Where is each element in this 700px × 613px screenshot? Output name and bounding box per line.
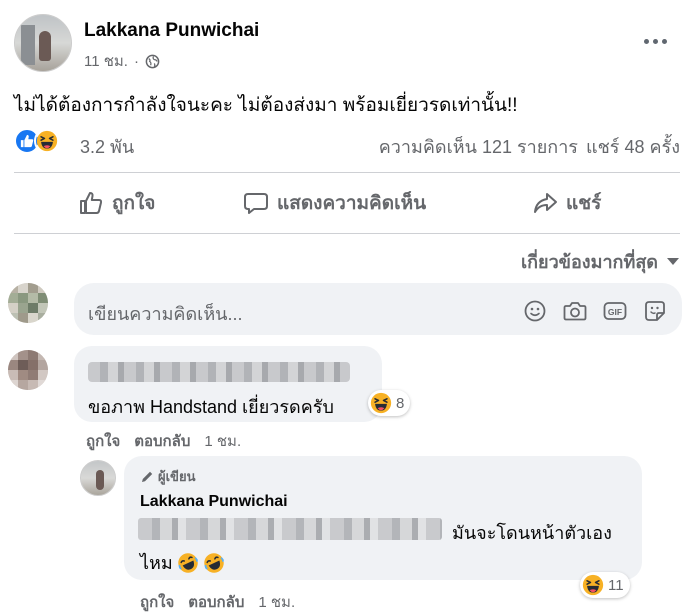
svg-text:GIF: GIF: [608, 307, 622, 317]
haha-reaction-icon: [370, 392, 392, 414]
post-time[interactable]: 11 ชม.: [84, 49, 128, 73]
reply-time[interactable]: 1 ชม.: [258, 590, 295, 613]
commenter-name-redacted[interactable]: [88, 362, 350, 382]
camera-icon[interactable]: [562, 298, 588, 324]
comments-count[interactable]: ความคิดเห็น 121 รายการ: [379, 132, 578, 161]
more-icon: [643, 38, 649, 44]
comment-reaction-summary[interactable]: 8: [368, 390, 411, 416]
author-name[interactable]: Lakkana Punwichai: [84, 20, 259, 42]
share-arrow-icon: [534, 193, 557, 213]
comment-reaction-count: 8: [396, 394, 405, 412]
reply-text-redacted: [138, 518, 442, 540]
reply-author-name[interactable]: Lakkana Punwichai: [140, 493, 288, 511]
reply-reply-button[interactable]: ตอบกลับ: [188, 590, 244, 613]
reply-actions: ถูกใจ ตอบกลับ 1 ชม.: [140, 590, 295, 613]
comment-actions: ถูกใจ ตอบกลับ 1 ชม.: [86, 429, 241, 453]
divider: [14, 233, 680, 234]
reaction-count[interactable]: 3.2 พัน: [80, 132, 134, 161]
comment-label: แสดงความคิดเห็น: [277, 193, 427, 214]
comment-input-placeholder[interactable]: เขียนความคิดเห็น...: [88, 299, 243, 328]
comment-button[interactable]: แสดงความคิดเห็น: [243, 185, 426, 221]
like-label: ถูกใจ: [112, 193, 156, 214]
comment-reply-button[interactable]: ตอบกลับ: [134, 429, 190, 453]
thumbs-up-icon: [80, 192, 103, 214]
share-label: แชร์: [566, 193, 602, 214]
reply-like-button[interactable]: ถูกใจ: [140, 590, 174, 613]
current-user-avatar[interactable]: [8, 283, 48, 323]
rofl-emoji-icon: [204, 552, 224, 573]
reply-text-line1: มันจะโดนหน้าตัวเอง: [452, 523, 612, 543]
pencil-icon: [142, 471, 153, 482]
reaction-icons[interactable]: [14, 128, 60, 156]
speech-bubble-icon: [244, 193, 268, 214]
rofl-emoji-icon: [178, 552, 198, 573]
reply-text-line2-wrap: ไหม: [140, 548, 225, 577]
author-avatar[interactable]: [14, 14, 72, 72]
haha-reaction-icon: [34, 128, 60, 154]
share-button[interactable]: แชร์: [532, 185, 601, 221]
meta-separator: ·: [133, 52, 139, 70]
post-text: ไม่ได้ต้องการกำลังใจนะคะ ไม่ต้องส่งมา พร…: [14, 95, 518, 116]
author-badge-label: ผู้เขียน: [158, 469, 196, 484]
reply-reaction-summary[interactable]: 11: [580, 572, 630, 598]
globe-icon: [145, 54, 160, 68]
post-stats: ความคิดเห็น 121 รายการ แชร์ 48 ครั้ง: [379, 132, 680, 161]
comment-time[interactable]: 1 ชม.: [204, 429, 241, 453]
reply-reaction-count: 11: [608, 576, 624, 594]
commenter-avatar[interactable]: [8, 350, 48, 390]
more-options-button[interactable]: [640, 26, 670, 56]
comment-sort-selector[interactable]: เกี่ยวข้องมากที่สุด: [521, 247, 680, 276]
reply-author-avatar[interactable]: [80, 460, 116, 496]
author-badge: ผู้เขียน: [140, 466, 195, 487]
composer-tools: GIF: [522, 298, 668, 324]
like-button[interactable]: ถูกใจ: [78, 185, 155, 221]
divider: [14, 172, 680, 173]
sticker-icon[interactable]: [642, 298, 668, 324]
comment-text: ขอภาพ Handstand เยี่ยวรดครับ: [88, 397, 334, 417]
chevron-down-icon: [667, 257, 679, 265]
sort-label: เกี่ยวข้องมากที่สุด: [520, 252, 658, 272]
reply-text-line2: ไหม: [140, 553, 173, 573]
shares-count[interactable]: แชร์ 48 ครั้ง: [586, 132, 680, 161]
comment-like-button[interactable]: ถูกใจ: [86, 429, 120, 453]
haha-reaction-icon: [582, 574, 604, 596]
post-meta: 11 ชม. ·: [84, 49, 160, 73]
gif-icon[interactable]: GIF: [602, 298, 628, 324]
emoji-icon[interactable]: [522, 298, 548, 324]
